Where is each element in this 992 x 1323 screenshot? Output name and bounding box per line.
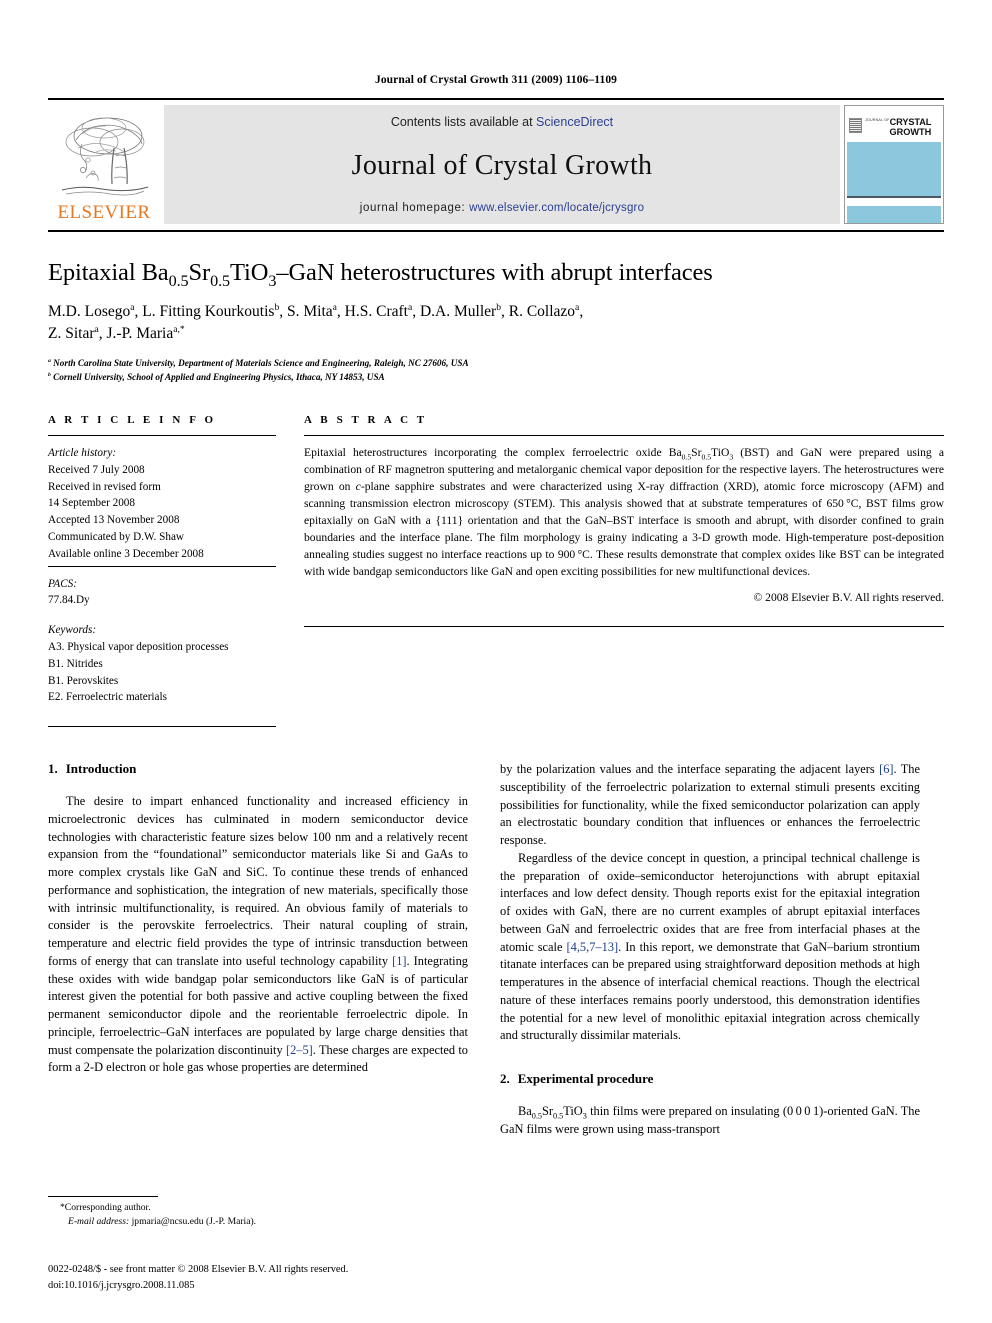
journal-cover-thumbnail[interactable]: JOURNAL OFCRYSTAL GROWTH <box>844 105 944 224</box>
body-columns: 1. Introduction The desire to impart enha… <box>48 761 944 1138</box>
abstract-bottom-rule <box>304 626 944 628</box>
page-footer: 0022-0248/$ - see front matter © 2008 El… <box>48 1262 748 1293</box>
cover-title-line2: GROWTH <box>889 127 932 138</box>
left-column: 1. Introduction The desire to impart enha… <box>48 761 468 1138</box>
journal-homepage-line: journal homepage: www.elsevier.com/locat… <box>360 202 644 214</box>
cover-color-block-1 <box>847 142 941 196</box>
title-block: Epitaxial Ba0.5Sr0.5TiO3–GaN heterostruc… <box>48 258 944 384</box>
article-history: Article history: Received 7 July 2008 Re… <box>48 445 276 563</box>
history-item: Received 7 July 2008 <box>48 463 145 476</box>
intro-text-b: . Integrating these oxides with wide ban… <box>48 953 469 1057</box>
article-history-rule <box>48 565 276 567</box>
history-item: 14 September 2008 <box>48 497 135 510</box>
keyword-item: E2. Ferroelectric materials <box>48 691 167 704</box>
sciencedirect-link[interactable]: ScienceDirect <box>536 115 613 129</box>
journal-band: Contents lists available at ScienceDirec… <box>164 105 840 224</box>
section-title: Introduction <box>65 761 137 777</box>
elsevier-logo: ELSEVIER <box>48 105 160 224</box>
intro2-text-a: Regardless of the device concept in ques… <box>500 850 920 954</box>
contents-list-line: Contents lists available at ScienceDirec… <box>391 115 613 129</box>
history-item: Communicated by D.W. Shaw <box>48 531 184 544</box>
cover-color-block-2 <box>847 206 941 223</box>
masthead-bottom-rule <box>48 230 944 232</box>
info-abstract-row: A R T I C L E I N F O Article history: R… <box>48 414 944 728</box>
cover-titles: JOURNAL OFCRYSTAL GROWTH <box>865 113 931 137</box>
footnote-rule <box>48 1196 158 1197</box>
article-info-rule <box>48 435 276 437</box>
email-note: E-mail address: jpmaria@ncsu.edu (J.-P. … <box>48 1215 468 1229</box>
title-sub-2: 0.5 <box>210 272 230 290</box>
cover-gap <box>845 198 943 203</box>
intro2-text-b: . In this report, we demonstrate that Ga… <box>500 939 920 1043</box>
affiliation-2: b Cornell University, School of Applied … <box>48 371 385 382</box>
title-part-4: –GaN heterostructures with abrupt interf… <box>276 259 713 286</box>
title-sub-1: 0.5 <box>168 272 189 290</box>
elsevier-tree-icon <box>61 117 149 196</box>
pacs-item: 77.84.Dy <box>48 594 90 607</box>
article-info-label: A R T I C L E I N F O <box>48 414 217 427</box>
title-part-2: Sr <box>188 259 211 286</box>
keywords-block: Keywords: A3. Physical vapor deposition … <box>48 622 276 706</box>
citation-link-3[interactable]: [6] <box>879 762 893 776</box>
abstract-label: A B S T R A C T <box>304 414 428 427</box>
running-head: Journal of Crystal Growth 311 (2009) 110… <box>374 74 618 86</box>
title-part-1: Epitaxial Ba <box>48 259 169 286</box>
contents-prefix: Contents lists available at <box>390 115 537 129</box>
section-heading-introduction: 1. Introduction <box>48 761 468 777</box>
article-page: Journal of Crystal Growth 311 (2009) 110… <box>0 0 992 1323</box>
affiliation-1: a North Carolina State University, Depar… <box>48 358 469 369</box>
experimental-paragraph-1: Ba0.5Sr0.5TiO3 thin films were prepared … <box>500 1103 920 1136</box>
citation-link-2[interactable]: [2–5] <box>286 1043 313 1057</box>
cover-journal-of-label: JOURNAL OF <box>865 118 890 123</box>
doi-line[interactable]: doi:10.1016/j.jcrysgro.2008.11.085 <box>48 1278 748 1294</box>
section-title: Experimental procedure <box>517 1070 654 1086</box>
pacs-block: PACS: 77.84.Dy <box>48 576 276 610</box>
page-title: Epitaxial Ba0.5Sr0.5TiO3–GaN heterostruc… <box>48 258 944 290</box>
email-label: E-mail address: <box>68 1215 130 1227</box>
intro-text-c-right: by the polarization values and the inter… <box>500 762 880 777</box>
abstract-text: Epitaxial heterostructures incorporating… <box>304 446 945 578</box>
abstract-column: A B S T R A C T Epitaxial heterostructur… <box>304 414 944 727</box>
right-column: by the polarization values and the inter… <box>500 761 920 1138</box>
email-address[interactable]: jpmaria@ncsu.edu (J.-P. Maria). <box>132 1216 256 1227</box>
keyword-item: A3. Physical vapor deposition processes <box>48 641 229 654</box>
keyword-item: B1. Perovskites <box>48 674 119 687</box>
history-item: Accepted 13 November 2008 <box>48 514 180 527</box>
section-number: 1. <box>48 761 58 777</box>
article-history-label: Article history: <box>48 447 117 460</box>
cover-mini-image-icon <box>849 118 862 133</box>
journal-title: Journal of Crystal Growth <box>351 149 653 181</box>
section-number: 2. <box>500 1070 510 1086</box>
article-info-bottom-rule <box>48 726 276 728</box>
citation-link-1[interactable]: [1] <box>392 954 406 968</box>
cover-header: JOURNAL OFCRYSTAL GROWTH <box>845 106 943 142</box>
cover-title-line1: CRYSTAL <box>889 117 932 128</box>
journal-masthead: ELSEVIER Contents lists available at Sci… <box>48 98 944 224</box>
intro-paragraph-1-right: by the polarization values and the inter… <box>500 761 920 850</box>
citation-link-4[interactable]: [4,5,7–13] <box>567 940 619 954</box>
history-item: Received in revised form <box>48 480 161 493</box>
journal-homepage-link[interactable]: www.elsevier.com/locate/jcrysgro <box>469 202 644 214</box>
abstract-rule <box>304 435 944 437</box>
author-list: M.D. Losegoa, L. Fitting Kourkoutisb, S.… <box>48 301 944 345</box>
author-line-1: M.D. Losegoa, L. Fitting Kourkoutisb, S.… <box>48 302 584 321</box>
intro-paragraph-2: Regardless of the device concept in ques… <box>500 850 920 1045</box>
author-line-2: Z. Sitara, J.-P. Mariaa,* <box>48 324 185 343</box>
abstract-copyright: © 2008 Elsevier B.V. All rights reserved… <box>753 591 944 605</box>
pacs-label: PACS: <box>48 577 78 590</box>
issn-line: 0022-0248/$ - see front matter © 2008 El… <box>48 1264 349 1275</box>
title-part-3: TiO <box>230 259 269 286</box>
intro-text-a: The desire to impart enhanced functional… <box>48 794 468 968</box>
footnote-block: *Corresponding author. E-mail address: j… <box>48 1196 468 1229</box>
section-heading-experimental: 2. Experimental procedure <box>500 1071 920 1087</box>
homepage-prefix: journal homepage: <box>359 202 470 214</box>
intro-paragraph-1-left: The desire to impart enhanced functional… <box>48 793 468 1077</box>
corresponding-author-note: *Corresponding author. <box>60 1202 151 1213</box>
elsevier-wordmark: ELSEVIER <box>57 202 151 223</box>
keywords-label: Keywords: <box>48 624 97 637</box>
article-info-column: A R T I C L E I N F O Article history: R… <box>48 414 276 728</box>
keyword-item: B1. Nitrides <box>48 657 103 670</box>
history-item: Available online 3 December 2008 <box>48 547 204 560</box>
